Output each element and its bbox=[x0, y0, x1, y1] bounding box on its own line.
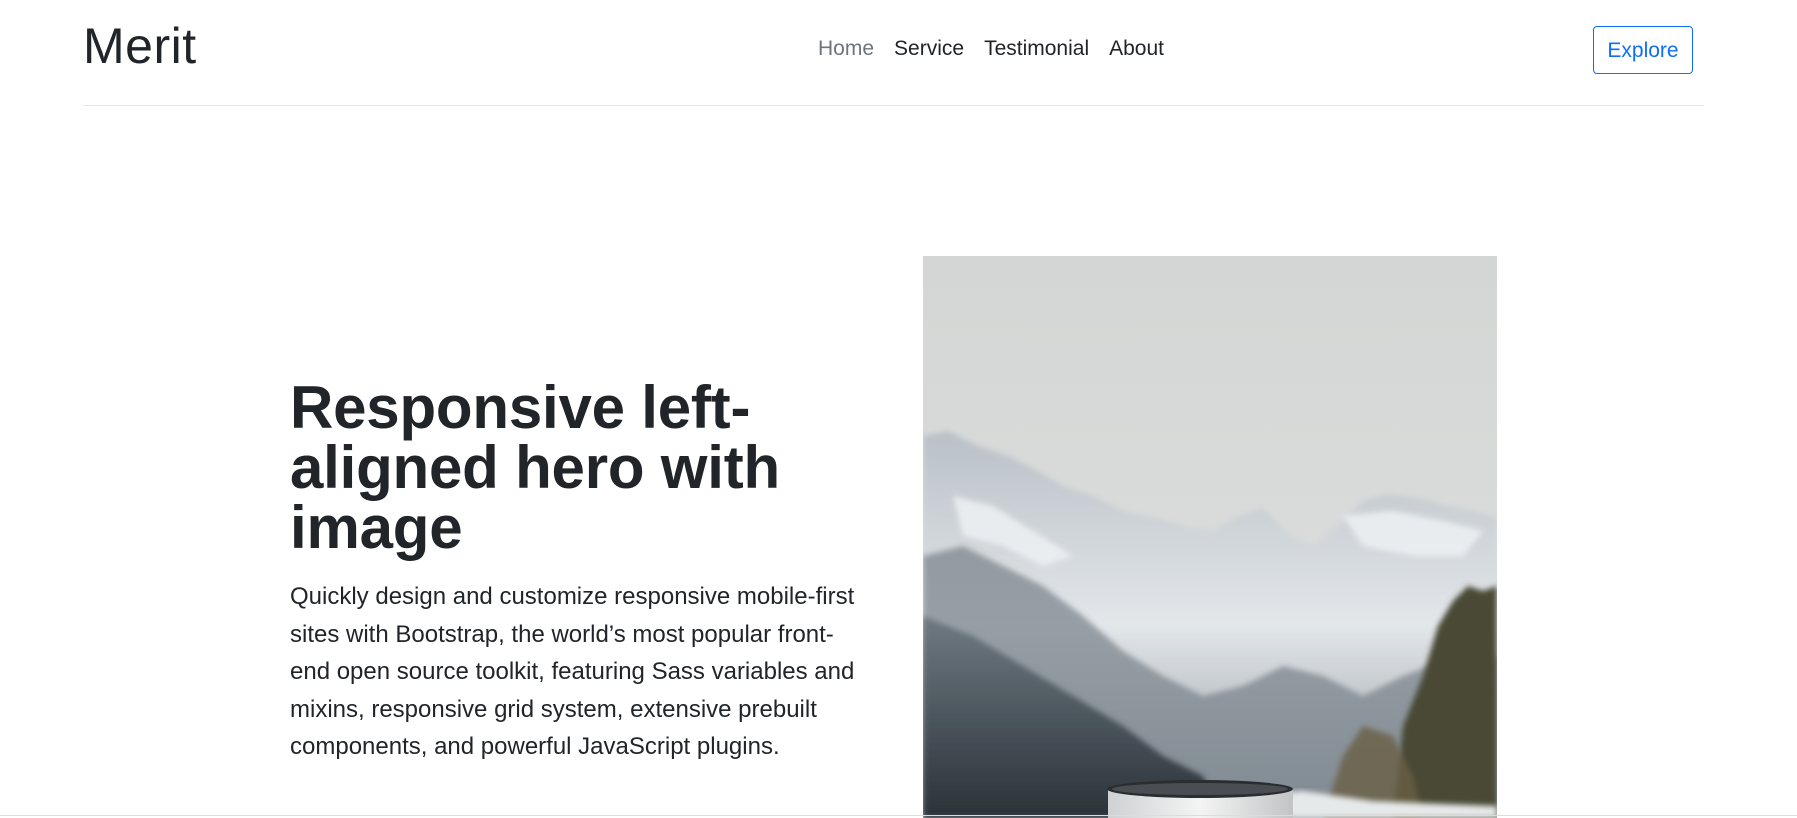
explore-button[interactable]: Explore bbox=[1593, 26, 1693, 74]
site-header: Merit Home Service Testimonial About Exp… bbox=[83, 0, 1704, 106]
hero-text: Responsive left-aligned hero with image … bbox=[290, 378, 870, 766]
page: Merit Home Service Testimonial About Exp… bbox=[0, 0, 1797, 818]
hero-title: Responsive left-aligned hero with image bbox=[290, 374, 780, 561]
brand-logo[interactable]: Merit bbox=[83, 16, 197, 76]
nav-item-about[interactable]: About bbox=[1099, 34, 1174, 64]
viewport-bottom-divider bbox=[0, 815, 1797, 816]
main-nav: Home Service Testimonial About bbox=[808, 34, 1174, 64]
hero-image bbox=[923, 256, 1497, 818]
nav-item-testimonial[interactable]: Testimonial bbox=[974, 34, 1099, 64]
hero-lead: Quickly design and customize responsive … bbox=[290, 583, 855, 760]
nav-item-service[interactable]: Service bbox=[884, 34, 974, 64]
nav-item-home[interactable]: Home bbox=[808, 34, 884, 64]
